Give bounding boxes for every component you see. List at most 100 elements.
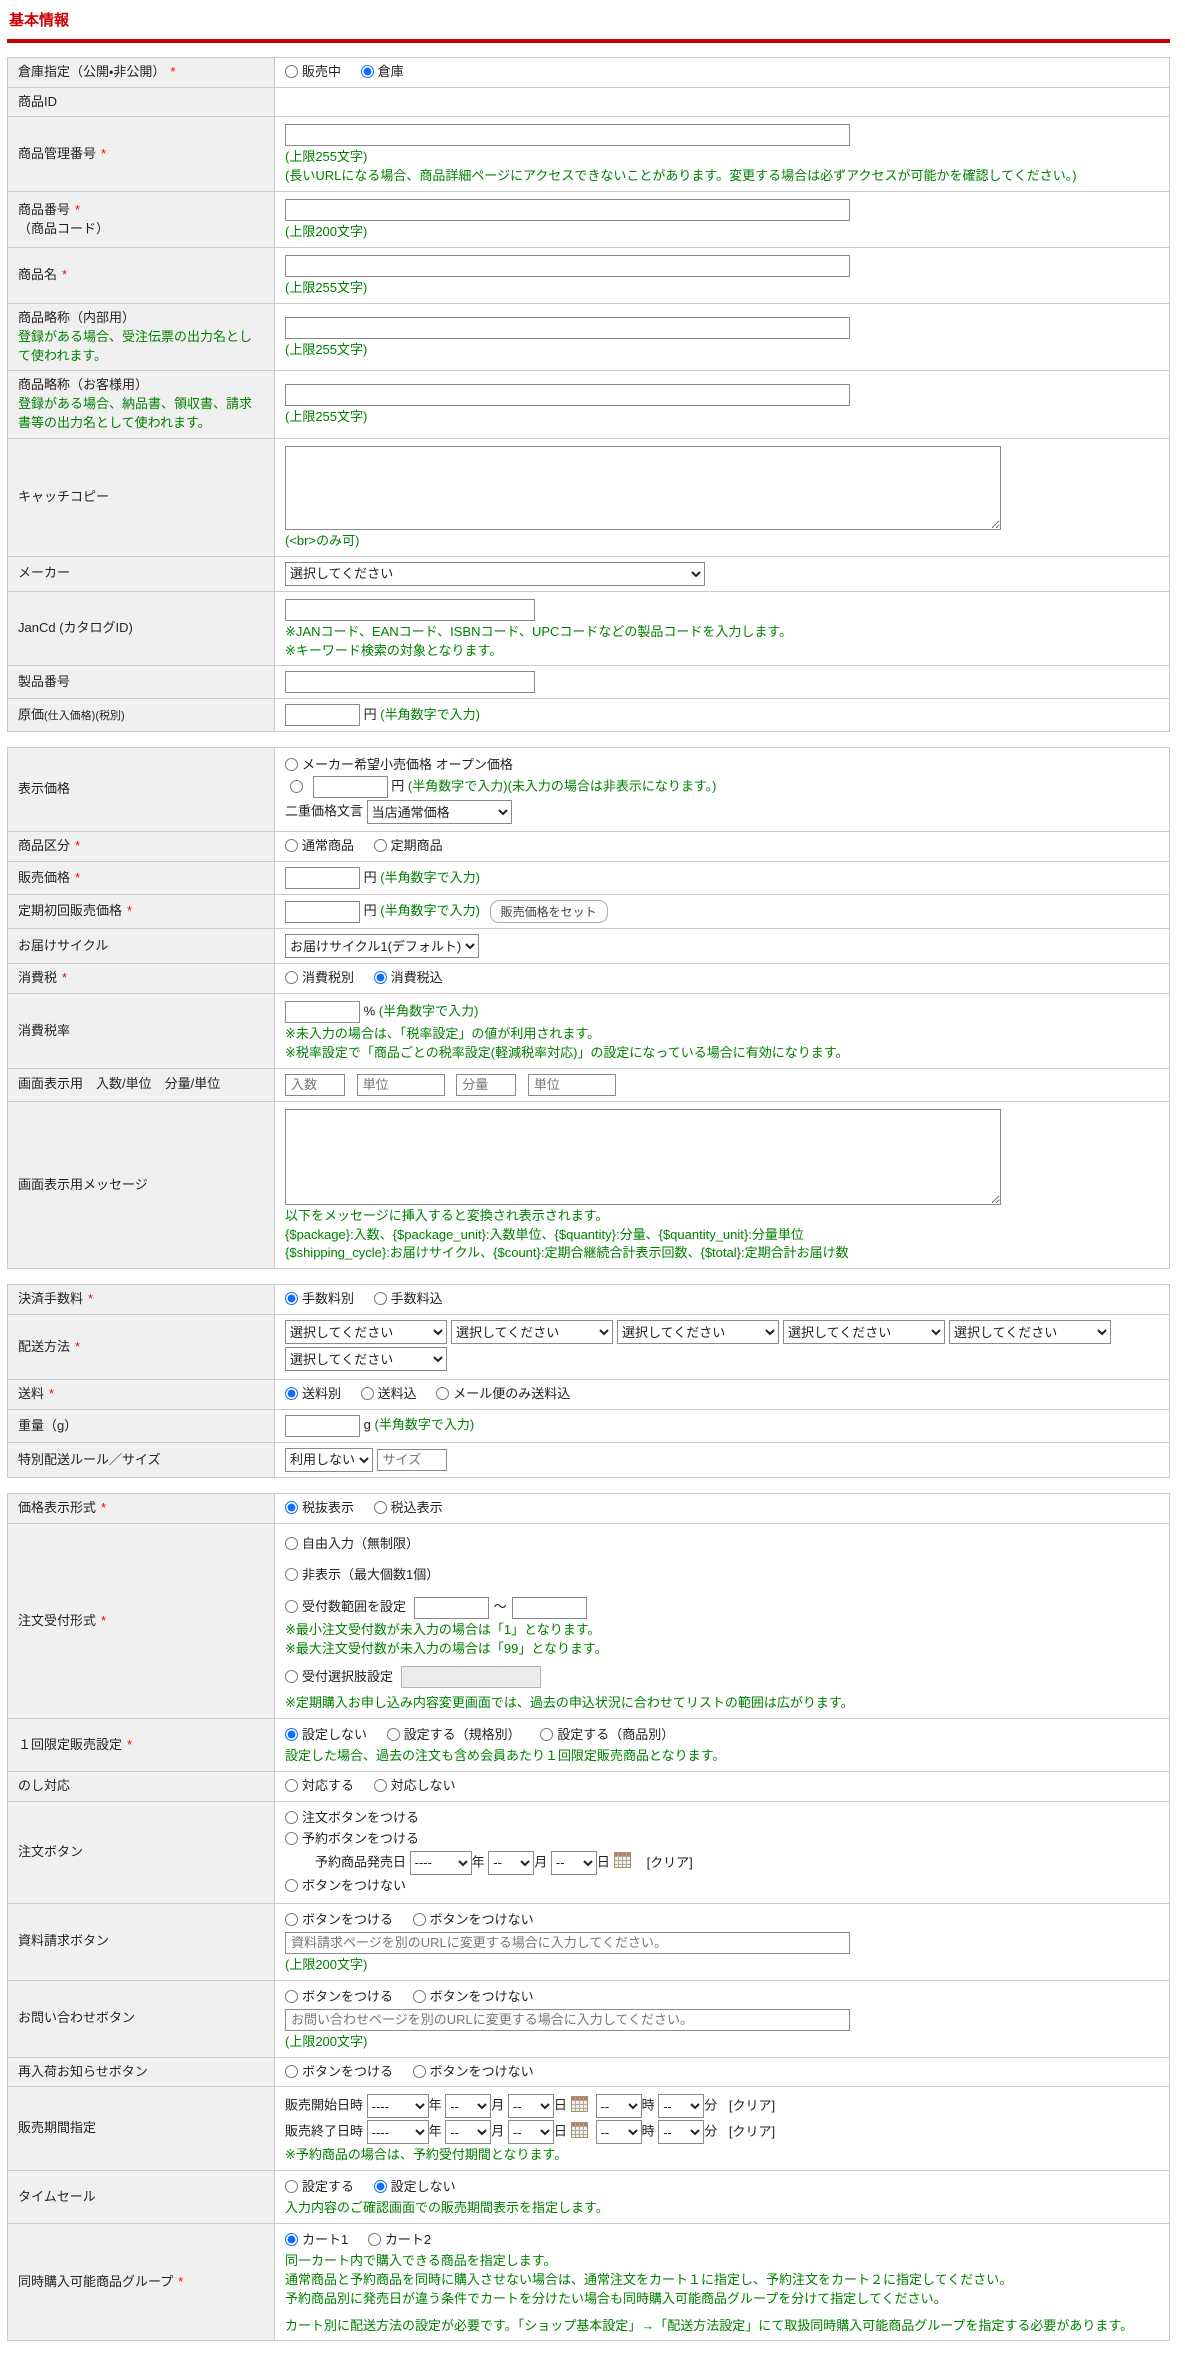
time-sale-off-radio[interactable] [373,2180,387,2194]
no-button-radio[interactable] [285,1879,298,1893]
calendar-icon[interactable] [570,2121,588,2138]
shipping-method-select-1[interactable]: 選択してください [285,1320,447,1345]
category-subscription-radio[interactable] [373,839,387,853]
order-range-max-input[interactable] [511,1596,587,1619]
postage-separate-option[interactable]: 送料別 [285,1386,341,1401]
shipping-method-select-6[interactable]: 選択してください [285,1347,447,1372]
restock-button-on-option[interactable]: ボタンをつける [285,2064,393,2079]
postage-separate-radio[interactable] [285,1387,298,1401]
tax-included-display-option[interactable]: 税込表示 [373,1500,443,1515]
tax-rate-input[interactable] [285,1001,360,1024]
order-choices-input[interactable] [400,1666,541,1689]
order-button-on-radio[interactable] [285,1811,298,1825]
warehouse-option-selling[interactable]: 販売中 [285,64,341,79]
delivery-cycle-select[interactable]: お届けサイクル1(デフォルト) [285,934,479,959]
special-shipping-size-input[interactable] [376,1448,447,1471]
once-limit-by-product-radio[interactable] [540,1728,554,1742]
shipping-method-select-2[interactable]: 選択してください [451,1320,613,1345]
time-sale-off-option[interactable]: 設定しない [373,2179,456,2194]
display-price-manual-radio[interactable] [290,779,303,793]
sale-start-day-select[interactable]: -- [507,2094,554,2119]
sale-start-clear-link[interactable]: [クリア] [729,2098,775,2113]
warehouse-selling-radio[interactable] [285,64,298,78]
category-subscription-option[interactable]: 定期商品 [373,838,443,853]
calendar-icon[interactable] [570,2095,588,2112]
noshi-yes-radio[interactable] [285,1779,298,1793]
cost-input[interactable] [285,704,360,727]
cart2-radio[interactable] [367,2233,381,2247]
selling-price-input[interactable] [285,867,360,890]
order-button-on-option[interactable]: 注文ボタンをつける [285,1810,419,1825]
category-normal-radio[interactable] [285,839,298,853]
sale-end-year-select[interactable]: ---- [366,2120,429,2145]
display-message-textarea[interactable] [285,1108,1001,1205]
fee-separate-radio[interactable] [285,1292,298,1306]
release-date-clear-link[interactable]: [クリア] [647,1855,693,1870]
sale-start-hour-select[interactable]: -- [595,2094,642,2119]
set-selling-price-button[interactable]: 販売価格をセット [489,900,608,924]
shipping-method-select-3[interactable]: 選択してください [617,1320,779,1345]
catch-copy-textarea[interactable] [285,445,1001,530]
order-format-free-radio[interactable] [285,1536,298,1550]
maker-select[interactable]: 選択してください [285,561,705,586]
sale-start-year-select[interactable]: ---- [366,2094,429,2119]
order-format-range-radio[interactable] [285,1600,298,1614]
sale-start-month-select[interactable]: -- [445,2094,492,2119]
first-selling-price-input[interactable] [285,900,360,923]
sale-end-clear-link[interactable]: [クリア] [729,2124,775,2139]
sale-end-minute-select[interactable]: -- [658,2120,705,2145]
cart2-option[interactable]: カート2 [367,2232,431,2247]
order-range-min-input[interactable] [413,1596,489,1619]
category-normal-option[interactable]: 通常商品 [285,838,354,853]
request-button-off-radio[interactable] [412,1913,426,1927]
product-name-input[interactable] [285,254,850,277]
order-format-free-option[interactable]: 自由入力（無制限） [285,1536,419,1551]
reserve-button-on-option[interactable]: 予約ボタンをつける [285,1831,419,1846]
sale-start-minute-select[interactable]: -- [658,2094,705,2119]
display-price-input[interactable] [312,776,388,799]
release-year-select[interactable]: ---- [409,1850,472,1875]
shipping-method-select-4[interactable]: 選択してください [783,1320,945,1345]
noshi-yes-option[interactable]: 対応する [285,1778,354,1793]
item-number-input[interactable] [285,199,850,222]
once-limit-by-product-option[interactable]: 設定する（商品別） [540,1727,674,1742]
restock-button-off-option[interactable]: ボタンをつけない [412,2064,534,2079]
noshi-no-radio[interactable] [373,1779,387,1793]
tax-excluded-radio[interactable] [285,971,298,985]
postage-mail-only-radio[interactable] [436,1387,450,1401]
time-sale-on-option[interactable]: 設定する [285,2179,354,2194]
display-price-open-option[interactable]: メーカー希望小売価格 オープン価格 [285,757,513,772]
contact-button-off-radio[interactable] [412,1989,426,2003]
tax-included-option[interactable]: 消費税込 [373,970,443,985]
jancd-input[interactable] [285,598,535,621]
short-name-customer-input[interactable] [285,384,850,407]
tax-included-radio[interactable] [373,971,387,985]
warehouse-stock-radio[interactable] [360,64,374,78]
short-name-internal-input[interactable] [285,316,850,339]
admin-number-input[interactable] [285,124,850,147]
postage-included-option[interactable]: 送料込 [360,1386,417,1401]
tax-included-display-radio[interactable] [373,1500,387,1514]
shipping-method-select-5[interactable]: 選択してください [949,1320,1111,1345]
sale-end-day-select[interactable]: -- [507,2120,554,2145]
postage-mail-only-option[interactable]: メール便のみ送料込 [436,1386,570,1401]
package-count-input[interactable] [285,1073,345,1096]
cart1-option[interactable]: カート1 [285,2232,348,2247]
cart1-radio[interactable] [285,2233,298,2247]
fee-separate-option[interactable]: 手数料別 [285,1291,354,1306]
once-limit-off-option[interactable]: 設定しない [285,1727,367,1742]
order-format-choices-radio[interactable] [285,1670,298,1684]
restock-button-on-radio[interactable] [285,2064,298,2078]
request-button-on-option[interactable]: ボタンをつける [285,1912,393,1927]
order-format-range-option[interactable]: 受付数範囲を設定 [285,1599,406,1614]
sale-end-month-select[interactable]: -- [445,2120,492,2145]
warehouse-option-stock[interactable]: 倉庫 [360,64,404,79]
once-limit-off-radio[interactable] [285,1728,298,1742]
product-number-input[interactable] [285,671,535,694]
special-shipping-select[interactable]: 利用しない [285,1447,373,1472]
contact-button-on-option[interactable]: ボタンをつける [285,1989,393,2004]
request-button-off-option[interactable]: ボタンをつけない [412,1912,534,1927]
order-format-hidden-option[interactable]: 非表示（最大個数1個） [285,1567,439,1582]
calendar-icon[interactable] [613,1852,631,1869]
contact-url-input[interactable] [285,2008,850,2031]
